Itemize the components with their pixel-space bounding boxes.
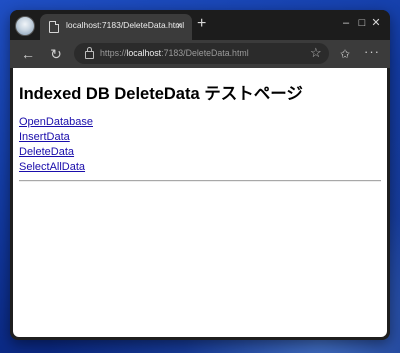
browser-window: localhost:7183/DeleteData.html × + – □ ✕… [10, 10, 390, 340]
browser-toolbar: ← ↻ https://localhost:7183/DeleteData.ht… [10, 40, 390, 68]
lock-icon[interactable] [85, 47, 94, 59]
more-icon[interactable]: ··· [364, 44, 380, 60]
link-insert-data[interactable]: InsertData [19, 131, 70, 143]
favorites-icon[interactable]: ✩ [340, 46, 350, 62]
url-path: :7183/DeleteData.html [161, 48, 249, 58]
url-text: https://localhost:7183/DeleteData.html [100, 48, 249, 58]
horizontal-rule [19, 180, 381, 182]
new-tab-button[interactable]: + [197, 15, 206, 33]
star-icon[interactable]: ☆ [310, 45, 322, 61]
link-select-all-data[interactable]: SelectAllData [19, 161, 85, 173]
tab-active[interactable]: localhost:7183/DeleteData.html × [40, 14, 192, 40]
browser-profile-icon[interactable] [15, 16, 35, 36]
tab-title: localhost:7183/DeleteData.html [66, 20, 185, 30]
page-content: Indexed DB DeleteData テストページ OpenDatabas… [13, 68, 387, 337]
page-title: Indexed DB DeleteData テストページ [19, 85, 303, 103]
close-window-button[interactable]: ✕ [366, 15, 386, 31]
address-bar[interactable]: https://localhost:7183/DeleteData.html ☆ [74, 43, 329, 64]
url-host: localhost [126, 48, 162, 58]
link-delete-data[interactable]: DeleteData [19, 146, 74, 158]
reload-button[interactable]: ↻ [47, 46, 65, 62]
page-document-icon [49, 21, 59, 33]
tab-close-icon[interactable]: × [176, 19, 182, 33]
back-button[interactable]: ← [19, 46, 37, 62]
url-scheme: https:// [100, 48, 127, 58]
link-open-database[interactable]: OpenDatabase [19, 116, 93, 128]
title-bar: localhost:7183/DeleteData.html × + – □ ✕ [10, 10, 390, 40]
